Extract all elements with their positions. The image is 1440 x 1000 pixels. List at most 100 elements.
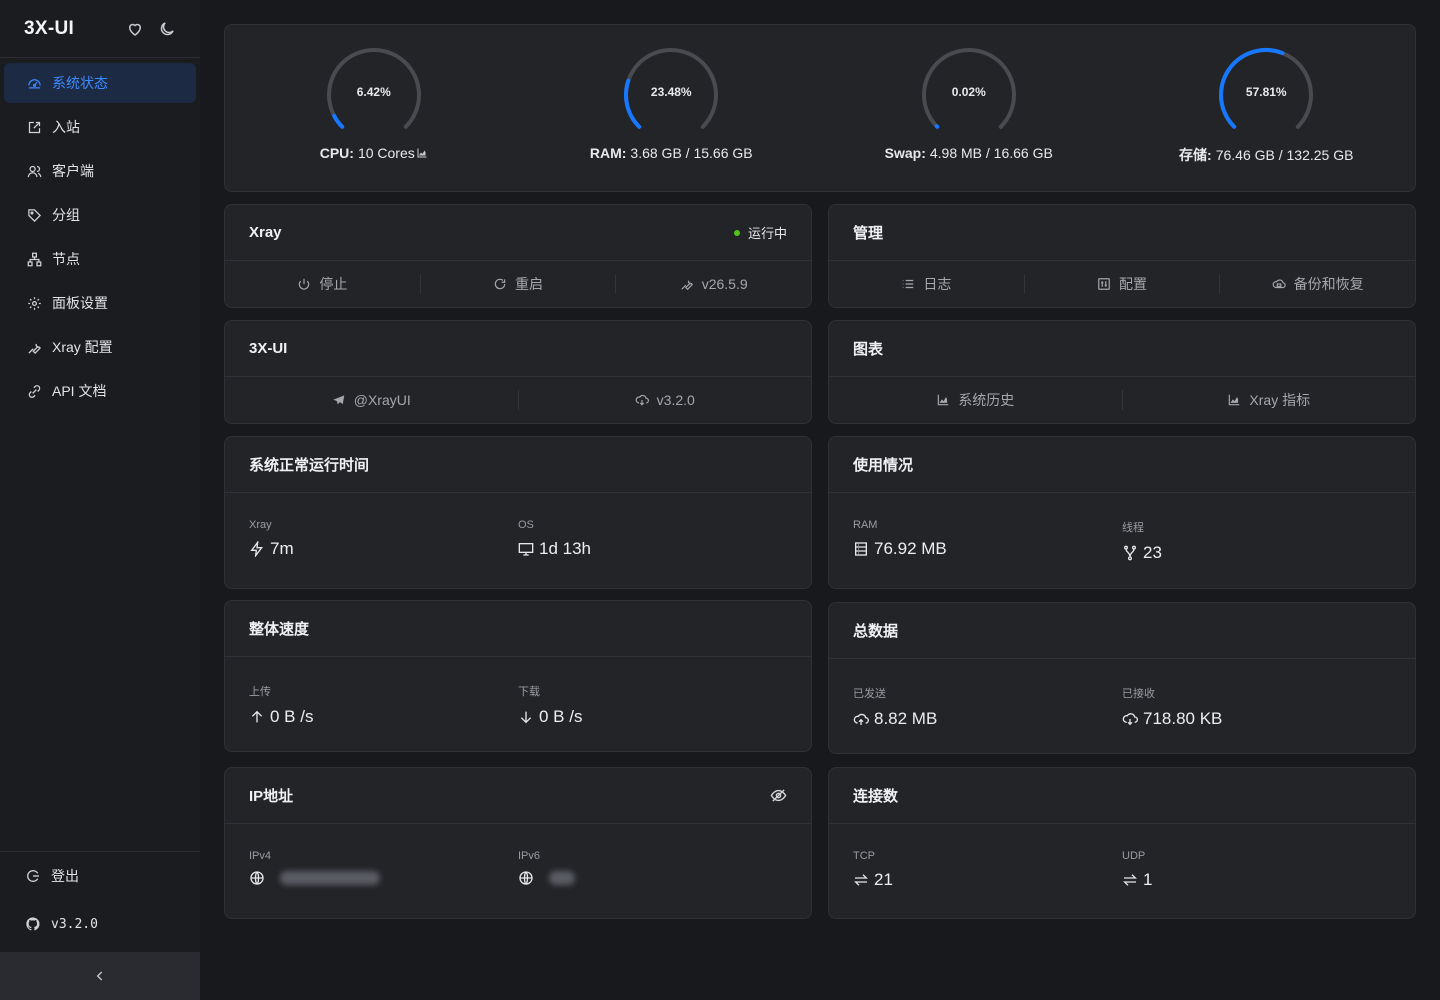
sent-stat: 已发送 8.82 MB (853, 685, 1122, 729)
sidebar-item-xray-config[interactable]: Xray 配置 (4, 327, 196, 367)
sidebar-item-label: API 文档 (52, 383, 107, 399)
sidebar-menu: 系统状态 入站 客户端 分组 节点 面板设置 Xray 配置 API 文档 (0, 58, 200, 411)
xray-version-label: v26.5.9 (701, 276, 748, 292)
power-icon (299, 278, 310, 290)
telegram-label: @XrayUI (353, 392, 411, 408)
uptime-title: 系统正常运行时间 (249, 457, 370, 474)
sidebar-item-clients[interactable]: 客户端 (4, 151, 196, 191)
area-chart-icon (1229, 394, 1240, 406)
sidebar-item-label: 客户端 (52, 163, 94, 179)
config-button[interactable]: 配置 (1025, 274, 1221, 294)
ipv6-value-hidden (549, 871, 575, 885)
cloud-server-icon (1272, 279, 1286, 289)
xray-uptime-label: Xray (249, 519, 272, 531)
github-version-link[interactable]: v3.2.0 (0, 900, 200, 948)
manage-title: 管理 (853, 225, 884, 242)
sidebar-item-groups[interactable]: 分组 (4, 195, 196, 235)
api-icon (28, 384, 41, 398)
xray-version-button[interactable]: v26.5.9 (616, 274, 811, 294)
xray-status-badge: 运行中 (733, 223, 787, 242)
upload-value: 0 B /s (270, 707, 314, 726)
logout-button[interactable]: 登出 (0, 852, 200, 900)
sidebar-item-api-docs[interactable]: API 文档 (4, 371, 196, 411)
usage-card: 使用情况 RAM 76.92 MB 线程 23 (828, 436, 1416, 589)
ipv4-label: IPv4 (249, 850, 272, 862)
swap-percent: 0.02% (951, 85, 986, 99)
backup-restore-button[interactable]: 备份和恢复 (1220, 274, 1415, 294)
tag-icon (28, 208, 42, 222)
xray-metrics-label: Xray 指标 (1249, 392, 1311, 408)
telegram-icon (332, 395, 344, 405)
udp-label: UDP (1122, 850, 1146, 862)
total-title: 总数据 (853, 623, 899, 640)
xray-card: Xray 运行中 停止 重启 v26.5.9 (224, 204, 812, 308)
sidebar-item-panel-settings[interactable]: 面板设置 (4, 283, 196, 323)
logs-button[interactable]: 日志 (829, 274, 1025, 294)
os-uptime-label: OS (518, 519, 534, 531)
sidebar-item-nodes[interactable]: 节点 (4, 239, 196, 279)
cpu-label-key: CPU: (319, 145, 354, 161)
storage-percent: 57.81% (1245, 85, 1287, 99)
udp-value: 1 (1143, 870, 1153, 889)
threads-stat: 线程 23 (1122, 519, 1391, 563)
xray-uptime-value: 7m (270, 539, 294, 558)
sidebar-collapse-button[interactable] (0, 952, 200, 1000)
xray-title: Xray (249, 224, 282, 241)
eye-invisible-icon[interactable] (770, 787, 787, 804)
area-chart-icon[interactable] (416, 147, 428, 159)
ipv6-stat: IPv6 (518, 850, 787, 886)
sidebar-item-label: 面板设置 (52, 295, 108, 311)
xray-uptime-stat: Xray 7m (249, 519, 518, 559)
udp-stat: UDP 1 (1122, 850, 1391, 890)
stop-label: 停止 (319, 276, 348, 292)
sidebar-item-inbounds[interactable]: 入站 (4, 107, 196, 147)
cpu-percent: 6.42% (356, 85, 391, 99)
total-data-card: 总数据 已发送 8.82 MB 已接收 718.80 KB (828, 602, 1416, 754)
received-label: 已接收 (1122, 688, 1155, 700)
brand-header: 3X-UI (0, 0, 200, 58)
chevron-left-icon (96, 971, 103, 981)
system-history-label: 系统历史 (958, 392, 1015, 408)
received-value: 718.80 KB (1143, 709, 1223, 728)
restart-xray-button[interactable]: 重启 (421, 274, 617, 294)
received-stat: 已接收 718.80 KB (1122, 685, 1391, 729)
speed-title: 整体速度 (249, 621, 310, 638)
ram-usage-stat: RAM 76.92 MB (853, 519, 1122, 563)
swap-gauge: 0.02% Swap: 4.98 MB / 16.66 GB (820, 25, 1118, 191)
sidebar: 3X-UI 系统状态 入站 客户端 分组 节点 面板设置 Xray 配置 API… (0, 0, 200, 1000)
cloud-upload-icon (853, 713, 869, 725)
moon-icon[interactable] (158, 20, 176, 38)
globe-icon (519, 871, 533, 885)
stop-xray-button[interactable]: 停止 (225, 274, 421, 294)
ipv4-value-hidden (280, 871, 380, 885)
running-dot-icon (733, 229, 740, 236)
list-icon (903, 279, 914, 289)
sidebar-item-system-status[interactable]: 系统状态 (4, 63, 196, 103)
area-chart-icon (938, 394, 949, 406)
swap-label-key: Swap: (884, 145, 926, 161)
sent-label: 已发送 (853, 688, 886, 700)
threads-value: 23 (1143, 543, 1162, 562)
usage-title: 使用情况 (853, 457, 914, 474)
arrow-up-icon (251, 710, 263, 723)
xray-metrics-button[interactable]: Xray 指标 (1123, 390, 1416, 410)
control-icon (1098, 278, 1110, 290)
conn-title: 连接数 (853, 788, 899, 805)
xui-update-button[interactable]: v3.2.0 (519, 390, 812, 410)
cpu-gauge: 6.42% CPU: 10 Cores (225, 25, 523, 191)
heart-icon[interactable] (126, 20, 144, 38)
ipv4-stat: IPv4 (249, 850, 518, 886)
upload-speed-stat: 上传 0 B /s (249, 683, 518, 727)
system-history-button[interactable]: 系统历史 (829, 390, 1123, 410)
sidebar-item-label: Xray 配置 (52, 339, 113, 355)
cpu-label: CPU: 10 Cores (320, 145, 428, 161)
database-icon (855, 542, 867, 556)
swap-icon (1123, 874, 1137, 886)
gear-icon (28, 296, 41, 310)
xray-status-text: 运行中 (747, 226, 787, 241)
xui-title: 3X-UI (249, 340, 288, 357)
telegram-link[interactable]: @XrayUI (225, 390, 519, 410)
resource-gauges-card: 6.42% CPU: 10 Cores 23.48% RAM: 3.68 GB … (224, 24, 1416, 192)
os-uptime-stat: OS 1d 13h (518, 519, 787, 559)
storage-label-key: 存储: (1179, 147, 1212, 163)
